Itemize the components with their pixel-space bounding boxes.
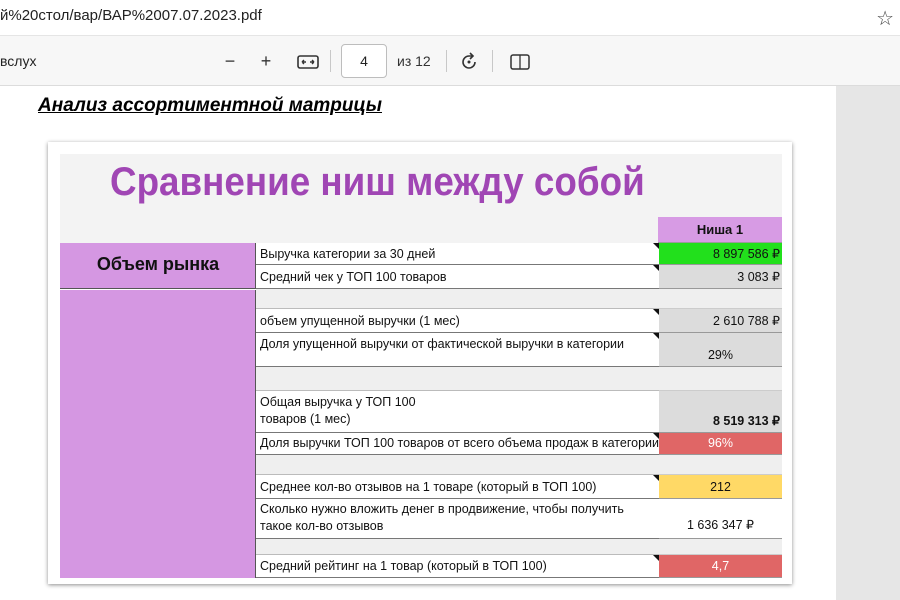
header-spacer xyxy=(60,217,658,243)
url-text[interactable]: й%20стол/вар/ВАР%2007.07.2023.pdf xyxy=(0,7,262,24)
row-value: 3 083 ₽ xyxy=(659,265,782,289)
page-count: из 12 xyxy=(397,53,431,69)
row-value: 212 xyxy=(659,475,782,499)
section-label: Объем рынка xyxy=(96,254,220,274)
rotate-icon[interactable] xyxy=(456,48,482,74)
column-header-niche-1: Ниша 1 xyxy=(658,217,782,243)
page-view-icon[interactable] xyxy=(507,48,533,74)
row-value: 96% xyxy=(659,433,782,455)
row-spacer xyxy=(256,289,659,309)
toolbar-divider xyxy=(330,50,331,72)
row-spacer xyxy=(659,289,782,309)
minus-icon[interactable]: − xyxy=(217,48,243,74)
row-label: Выручка категории за 30 дней xyxy=(256,243,659,265)
row-value: 1 636 347 ₽ xyxy=(659,499,782,539)
row-label: Доля упущенной выручки от фактической вы… xyxy=(256,333,659,367)
row-value: 8 519 313 ₽ xyxy=(659,391,782,433)
toolbar-divider xyxy=(492,50,493,72)
comment-marker-icon xyxy=(653,475,659,481)
comment-marker-icon xyxy=(653,265,659,271)
address-bar[interactable]: й%20стол/вар/ВАР%2007.07.2023.pdf ☆ xyxy=(0,0,900,36)
document-viewer[interactable]: Анализ ассортиментной матрицы Сравнение … xyxy=(0,86,900,600)
comment-marker-icon xyxy=(653,433,659,439)
row-spacer xyxy=(659,367,782,391)
comment-marker-icon xyxy=(653,309,659,315)
sheet-title: Сравнение ниш между собой xyxy=(110,160,645,204)
page-heading: Анализ ассортиментной матрицы xyxy=(38,95,382,116)
viewer-scroll-area[interactable] xyxy=(836,86,900,600)
pdf-toolbar: вслух − + 4 из 12 xyxy=(0,36,900,86)
section-block-lower xyxy=(60,290,256,578)
row-label: Доля выручки ТОП 100 товаров от всего об… xyxy=(256,433,659,455)
row-spacer xyxy=(256,367,659,391)
row-label: Среднее кол-во отзывов на 1 товаре (кото… xyxy=(256,475,659,499)
fit-width-icon[interactable] xyxy=(295,48,321,74)
row-value: 8 897 586 ₽ xyxy=(659,243,782,265)
page-number-input[interactable]: 4 xyxy=(341,44,387,78)
row-label: Сколько нужно вложить денег в продвижени… xyxy=(256,499,659,539)
read-aloud-button[interactable]: вслух xyxy=(0,53,36,69)
star-outline-icon[interactable]: ☆ xyxy=(876,6,894,31)
row-label: Общая выручка у ТОП 100 товаров (1 мес) xyxy=(256,391,659,433)
comment-marker-icon xyxy=(653,333,659,339)
spreadsheet-image: Сравнение ниш между собой Ниша 1 Объем р… xyxy=(48,142,792,584)
comment-marker-icon xyxy=(653,243,659,249)
row-label: Средний рейтинг на 1 товар (который в ТО… xyxy=(256,555,659,578)
row-value: 2 610 788 ₽ xyxy=(659,309,782,333)
row-value: 4,7 xyxy=(659,555,782,578)
row-spacer xyxy=(256,455,659,475)
row-label: Средний чек у ТОП 100 товаров xyxy=(256,265,659,289)
toolbar-divider xyxy=(446,50,447,72)
row-spacer xyxy=(659,455,782,475)
plus-icon[interactable]: + xyxy=(253,48,279,74)
pdf-page: Анализ ассортиментной матрицы Сравнение … xyxy=(0,86,836,600)
row-value: 29% xyxy=(659,333,782,367)
comment-marker-icon xyxy=(653,555,659,561)
row-label: объем упущенной выручки (1 мес) xyxy=(256,309,659,333)
row-spacer xyxy=(256,539,659,555)
row-spacer xyxy=(659,539,782,555)
